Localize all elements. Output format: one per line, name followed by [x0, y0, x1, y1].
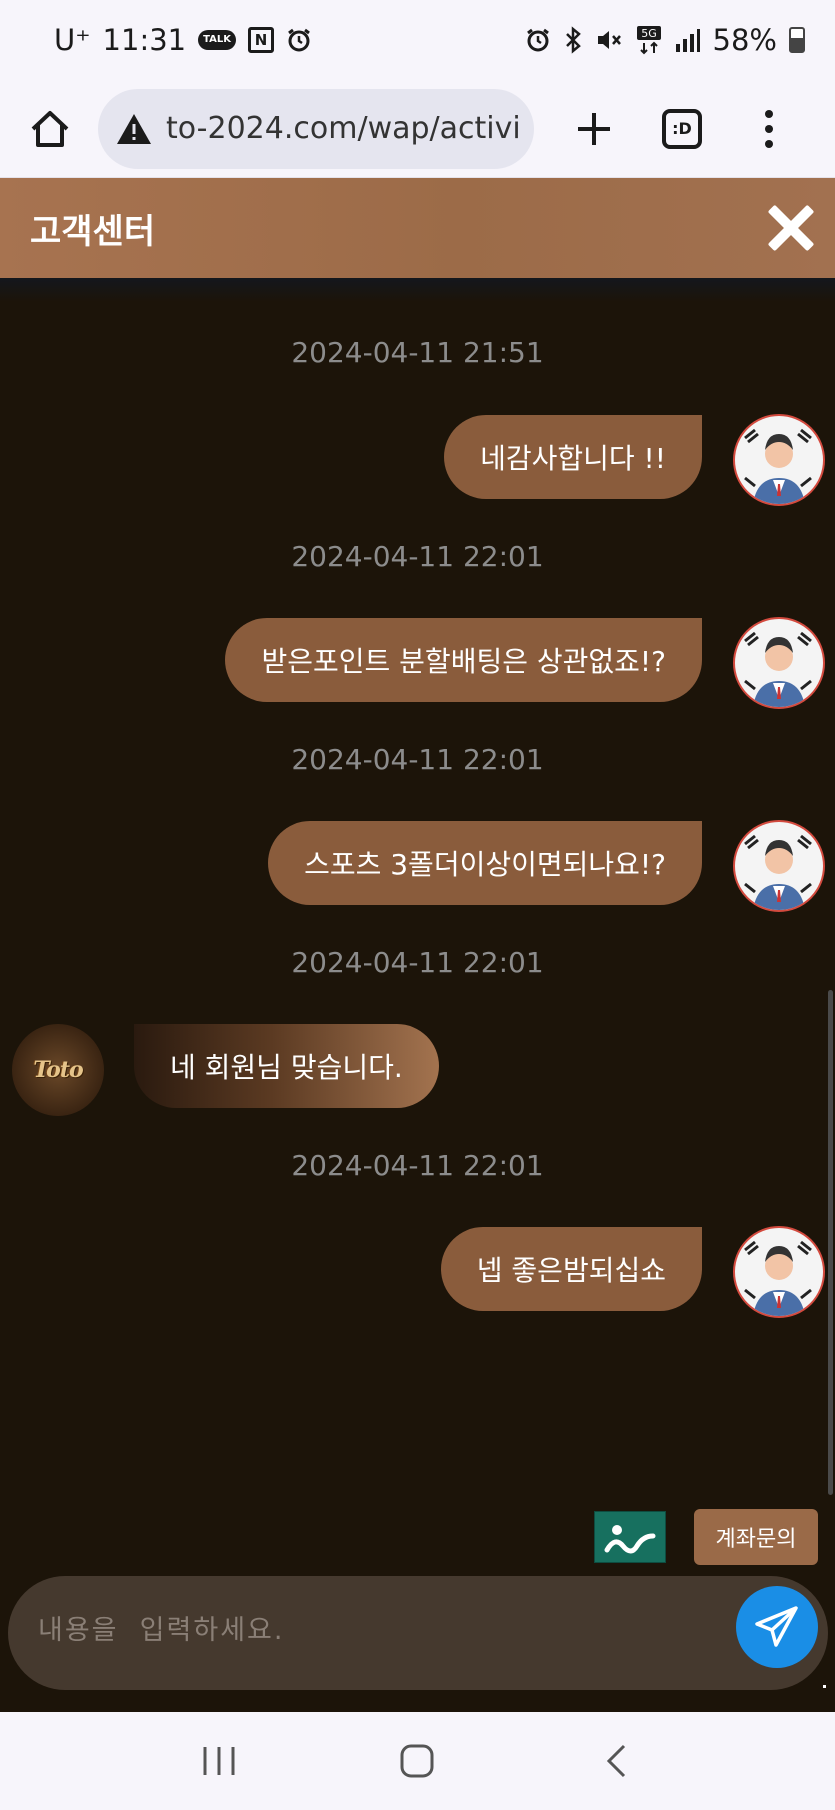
- status-bar-right: 5G 58%: [525, 23, 805, 57]
- home-square-icon: [400, 1744, 434, 1778]
- message-input-container: [8, 1576, 828, 1690]
- clock: 11:31: [102, 23, 187, 57]
- mute-icon: [595, 27, 623, 53]
- battery-icon: [789, 27, 805, 53]
- plus-icon: [578, 112, 610, 145]
- url-text[interactable]: to-2024.com/wap/activit: [166, 111, 518, 146]
- back-chevron-icon: [606, 1744, 625, 1778]
- back-button[interactable]: [586, 1731, 646, 1791]
- user-avatar: [733, 1226, 825, 1318]
- svg-text:5G: 5G: [641, 27, 657, 40]
- signal-strength-icon: [675, 28, 701, 52]
- carrier-label: U⁺: [54, 23, 91, 57]
- message-timestamp: 2024-04-11 22:01: [291, 1149, 544, 1182]
- recent-apps-icon: [203, 1747, 235, 1775]
- message-timestamp: 2024-04-11 21:51: [291, 336, 544, 369]
- home-icon: [31, 110, 69, 147]
- alarm-icon: [286, 27, 312, 53]
- send-icon: [755, 1606, 798, 1647]
- home-nav-button[interactable]: [387, 1731, 447, 1791]
- browser-menu-button[interactable]: [754, 99, 784, 159]
- user-avatar: [733, 414, 825, 506]
- received-message-bubble: 네 회원님 맞습니다.: [134, 1024, 439, 1108]
- user-avatar: [733, 617, 825, 709]
- message-timestamp: 2024-04-11 22:01: [291, 540, 544, 573]
- status-bar: U⁺ 11:31 TALK N 5G 58%: [0, 0, 835, 80]
- sent-message-bubble: 넵 좋은밤되십쇼: [440, 1227, 702, 1311]
- browser-toolbar: to-2024.com/wap/activit :D: [0, 80, 835, 178]
- page-title: 고객센터: [30, 211, 156, 252]
- sent-message-bubble: 네감사합니다 !!: [444, 415, 702, 499]
- user-avatar-icon: [744, 631, 812, 707]
- user-avatar-icon: [744, 834, 812, 910]
- message-list[interactable]: 2024-04-11 21:51 네감사합니다 !! 2024-04-11 22…: [0, 300, 835, 1500]
- message-timestamp: 2024-04-11 22:01: [291, 946, 544, 979]
- menu-dot: [765, 124, 773, 133]
- address-bar[interactable]: to-2024.com/wap/activit: [98, 88, 534, 169]
- tab-switcher-button[interactable]: :D: [662, 108, 702, 149]
- sent-message-bubble: 스포츠 3폴더이상이면되나요!?: [268, 821, 702, 905]
- 5g-signal-icon: 5G: [635, 25, 663, 55]
- message-timestamp: 2024-04-11 22:01: [291, 743, 544, 776]
- kakaotalk-icon: TALK: [198, 30, 237, 50]
- close-button[interactable]: [767, 204, 815, 252]
- new-tab-button[interactable]: [564, 99, 624, 159]
- system-nav-bar: [0, 1712, 835, 1810]
- sent-message-bubble: 받은포인트 분할배팅은 상관없죠!?: [225, 618, 702, 702]
- warning-icon[interactable]: [114, 109, 154, 149]
- scrollbar[interactable]: [828, 990, 833, 1495]
- send-button[interactable]: [736, 1586, 818, 1668]
- header-shadow: [0, 278, 835, 302]
- bluetooth-icon: [563, 26, 583, 54]
- chat-header: 고객센터: [0, 178, 835, 278]
- recent-apps-button[interactable]: [189, 1731, 249, 1791]
- user-avatar-icon: [744, 1240, 812, 1316]
- account-inquiry-button[interactable]: 계좌문의: [694, 1509, 818, 1565]
- alarm-icon: [525, 27, 551, 53]
- agent-avatar: Toto: [12, 1024, 104, 1116]
- status-bar-left: U⁺ 11:31 TALK N: [54, 23, 312, 57]
- message-input[interactable]: [38, 1598, 718, 1662]
- image-upload-button[interactable]: [594, 1511, 666, 1563]
- battery-percent: 58%: [712, 23, 777, 57]
- image-icon: [604, 1525, 656, 1554]
- indicator-dot: [823, 1685, 826, 1688]
- menu-dot: [765, 139, 773, 148]
- toto-logo: Toto: [33, 1057, 83, 1083]
- menu-dot: [765, 109, 773, 118]
- user-avatar: [733, 820, 825, 912]
- naver-icon: N: [248, 27, 275, 53]
- user-avatar-icon: [744, 428, 812, 504]
- home-button[interactable]: [22, 101, 78, 157]
